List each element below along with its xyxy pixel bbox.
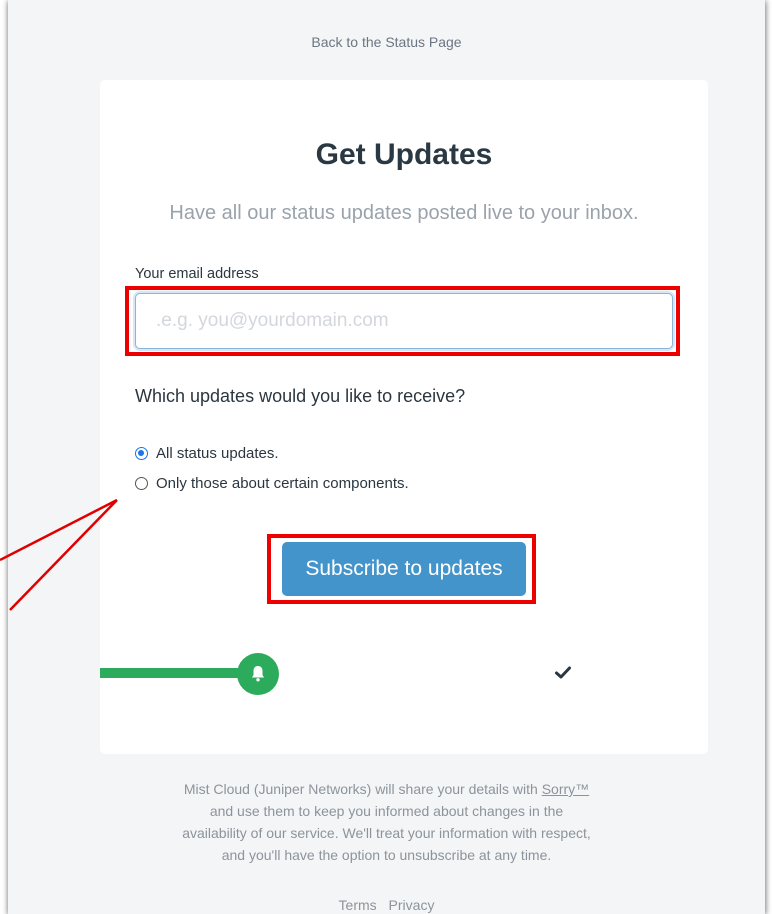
annotation-line-lower — [9, 499, 118, 611]
annotation-arrow-lines — [0, 498, 118, 611]
annotation-line-upper — [0, 498, 118, 562]
